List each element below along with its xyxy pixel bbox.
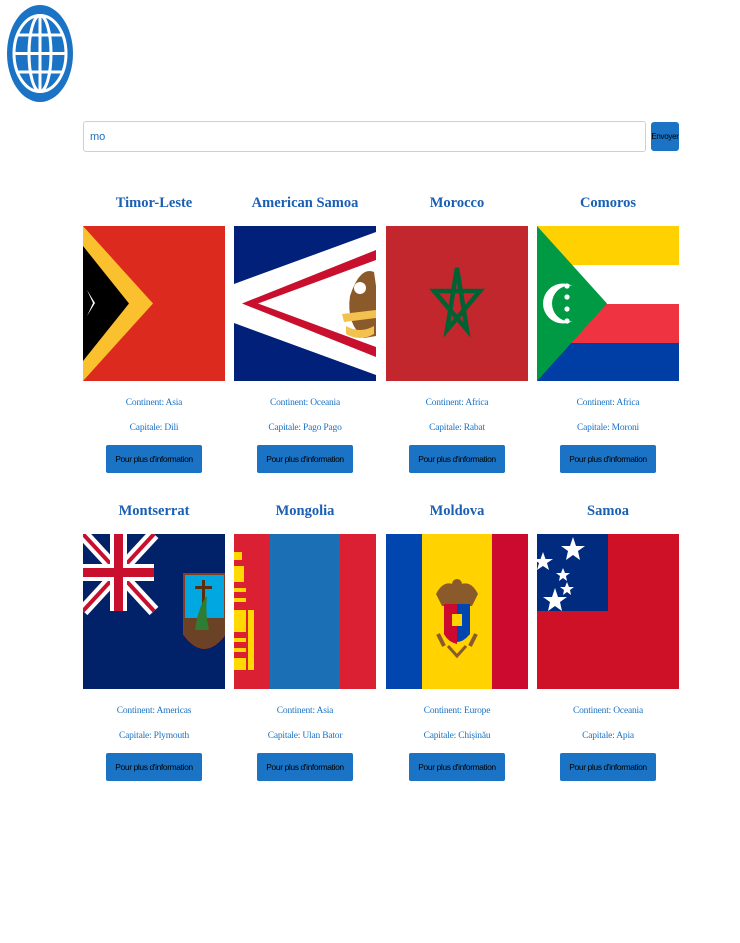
capital-label: Capitale: Chișinău	[423, 731, 491, 741]
capital-label: Capitale: Pago Pago	[268, 423, 342, 433]
mongolia-flag[interactable]	[234, 534, 376, 689]
more-info-button[interactable]: Pour plus d'information	[560, 753, 656, 781]
american-samoa-flag[interactable]	[234, 226, 376, 381]
more-info-button[interactable]: Pour plus d'information	[257, 753, 353, 781]
country-card: Comoros Continent: Africa Capitale: Moro…	[537, 186, 679, 473]
country-name[interactable]: Timor-Leste	[83, 186, 225, 220]
capital-label: Capitale: Dili	[129, 423, 179, 433]
globe-icon	[7, 5, 73, 102]
continent-label: Continent: Africa	[425, 398, 489, 408]
more-info-button[interactable]: Pour plus d'information	[409, 445, 505, 473]
country-name[interactable]: Mongolia	[234, 494, 376, 528]
montserrat-flag[interactable]	[83, 534, 225, 689]
country-card: Samoa Continent: Oceania Capitale: Apia …	[537, 494, 679, 781]
moldova-flag[interactable]	[386, 534, 528, 689]
country-card: Timor-Leste Continent: Asia Capitale: Di…	[83, 186, 225, 473]
country-card: Moldova Continent: Europe Capitale: Chiș…	[386, 494, 528, 781]
capital-label: Capitale: Rabat	[429, 423, 485, 433]
search-input[interactable]	[83, 121, 646, 152]
more-info-button[interactable]: Pour plus d'information	[560, 445, 656, 473]
country-name[interactable]: Montserrat	[83, 494, 225, 528]
search-bar: Envoyer	[83, 121, 679, 152]
timor-leste-flag[interactable]	[83, 226, 225, 381]
site-logo[interactable]	[6, 4, 74, 103]
country-name[interactable]: Morocco	[386, 186, 528, 220]
continent-label: Continent: Asia	[276, 706, 334, 716]
samoa-flag[interactable]	[537, 534, 679, 689]
country-card: American Samoa Continent: Oceania Capita…	[234, 186, 376, 473]
morocco-flag[interactable]	[386, 226, 528, 381]
continent-label: Continent: Europe	[423, 706, 491, 716]
more-info-button[interactable]: Pour plus d'information	[409, 753, 505, 781]
more-info-button[interactable]: Pour plus d'information	[106, 445, 202, 473]
country-name[interactable]: Comoros	[537, 186, 679, 220]
continent-label: Continent: Oceania	[572, 706, 643, 716]
capital-label: Capitale: Apia	[582, 731, 634, 741]
continent-label: Continent: Africa	[576, 398, 640, 408]
comoros-flag[interactable]	[537, 226, 679, 381]
capital-label: Capitale: Ulan Bator	[267, 731, 343, 741]
more-info-button[interactable]: Pour plus d'information	[106, 753, 202, 781]
country-card: Montserrat Continent: Americas Capitale:…	[83, 494, 225, 781]
country-name[interactable]: Samoa	[537, 494, 679, 528]
continent-label: Continent: Americas	[116, 706, 192, 716]
submit-button[interactable]: Envoyer	[651, 122, 679, 151]
more-info-button[interactable]: Pour plus d'information	[257, 445, 353, 473]
country-card: Mongolia Continent: Asia Capitale: Ulan …	[234, 494, 376, 781]
country-name[interactable]: Moldova	[386, 494, 528, 528]
country-card: Morocco Continent: Africa Capitale: Raba…	[386, 186, 528, 473]
country-name[interactable]: American Samoa	[234, 186, 376, 220]
continent-label: Continent: Asia	[125, 398, 183, 408]
continent-label: Continent: Oceania	[269, 398, 340, 408]
capital-label: Capitale: Moroni	[577, 423, 639, 433]
capital-label: Capitale: Plymouth	[118, 731, 190, 741]
